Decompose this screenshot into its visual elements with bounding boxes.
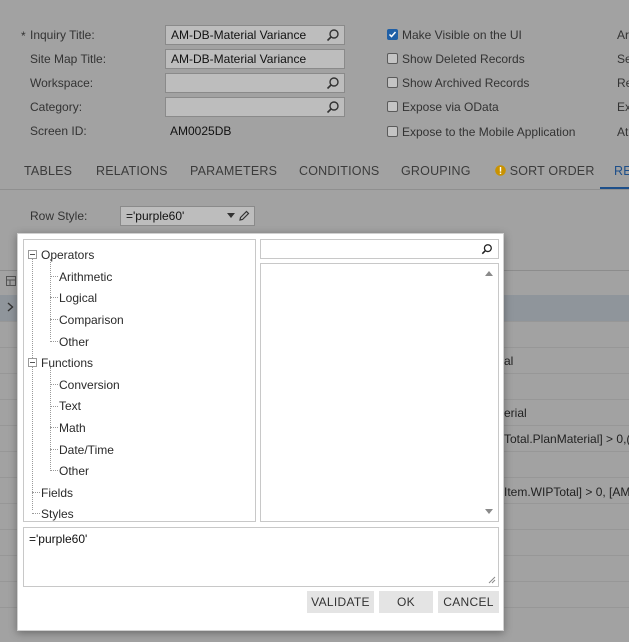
search-input[interactable]	[264, 241, 478, 258]
tree-node-styles[interactable]: Styles	[41, 507, 74, 521]
inquiry-title-field[interactable]: AM-DB-Material Variance	[165, 25, 345, 45]
search-icon[interactable]	[326, 28, 340, 42]
expression-editor[interactable]: ='purple60'	[23, 527, 499, 587]
tree-node-operators-other[interactable]: Other	[59, 335, 89, 349]
dropdown-arrow-icon[interactable]	[227, 213, 235, 219]
site-map-title-field[interactable]: AM-DB-Material Variance	[165, 49, 345, 69]
row-style-label: Row Style:	[30, 209, 88, 223]
expose-mobile-label: Expose to the Mobile Application	[402, 125, 576, 139]
scroll-down-icon[interactable]	[485, 509, 493, 515]
screen-id-value: AM0025DB	[170, 124, 232, 138]
tree-connector	[50, 449, 58, 450]
show-archived-label: Show Archived Records	[402, 76, 530, 90]
tree-connector	[32, 492, 40, 493]
screen-id-label: Screen ID:	[30, 124, 87, 138]
tree-node-conversion[interactable]: Conversion	[59, 378, 120, 392]
tree-connector	[32, 254, 33, 510]
validate-button[interactable]: VALIDATE	[307, 591, 374, 613]
tab-conditions[interactable]: CONDITIONS	[299, 164, 379, 178]
right-label-2: Se	[617, 52, 629, 66]
search-icon[interactable]	[326, 100, 340, 114]
collapse-functions-icon[interactable]	[28, 358, 37, 367]
tree-node-operators[interactable]: Operators	[41, 248, 94, 262]
function-tree-panel: Operators Arithmetic Logical Comparison …	[23, 239, 256, 522]
tree-connector	[50, 259, 51, 339]
site-map-title-value: AM-DB-Material Variance	[171, 52, 307, 66]
active-tab-indicator	[600, 187, 629, 189]
items-list-panel[interactable]	[260, 263, 499, 522]
tree-connector	[50, 341, 58, 342]
workspace-label: Workspace:	[30, 76, 94, 90]
category-label: Category:	[30, 100, 83, 114]
row-style-field[interactable]: ='purple60'	[120, 206, 255, 226]
cancel-button[interactable]: CANCEL	[438, 591, 499, 613]
make-visible-checkbox[interactable]	[387, 29, 398, 40]
grid-cell: erial	[504, 406, 527, 420]
tree-connector	[50, 319, 58, 320]
tree-connector	[50, 427, 58, 428]
tab-parameters[interactable]: PARAMETERS	[190, 164, 277, 178]
make-visible-label: Make Visible on the UI	[402, 28, 522, 42]
tree-node-logical[interactable]: Logical	[59, 291, 97, 305]
tab-sort-order-label: SORT ORDER	[509, 164, 595, 178]
tree-connector	[50, 384, 58, 385]
warning-icon	[495, 165, 506, 176]
tree-connector	[32, 513, 40, 514]
expose-mobile-checkbox[interactable]	[387, 126, 398, 137]
show-deleted-checkbox[interactable]	[387, 53, 398, 64]
row-style-value: ='purple60'	[126, 209, 185, 223]
tree-connector	[50, 276, 58, 277]
show-archived-checkbox[interactable]	[387, 77, 398, 88]
scroll-up-icon[interactable]	[485, 270, 493, 276]
tab-bar: TABLES RELATIONS PARAMETERS CONDITIONS G…	[0, 156, 629, 190]
right-label-3: Re	[617, 76, 629, 90]
chevron-right-icon[interactable]	[7, 302, 14, 312]
ok-button[interactable]: OK	[379, 591, 433, 613]
search-icon[interactable]	[326, 76, 340, 90]
check-icon	[388, 31, 397, 38]
tree-node-text[interactable]: Text	[59, 399, 81, 413]
expose-odata-checkbox[interactable]	[387, 101, 398, 112]
formula-editor-dialog: Operators Arithmetic Logical Comparison …	[17, 233, 504, 631]
right-label-4: Ex	[617, 100, 629, 114]
tab-relations[interactable]: RELATIONS	[96, 164, 168, 178]
tree-connector	[50, 297, 58, 298]
tab-tables[interactable]: TABLES	[24, 164, 72, 178]
tree-node-arithmetic[interactable]: Arithmetic	[59, 270, 112, 284]
grid-cell: Item.WIPTotal] > 0, [AMP	[504, 485, 629, 499]
tree-connector	[50, 367, 51, 469]
expression-text[interactable]: ='purple60'	[29, 532, 87, 546]
grid-settings-icon[interactable]	[6, 276, 16, 286]
tree-node-comparison[interactable]: Comparison	[59, 313, 124, 327]
tree-connector	[50, 406, 58, 407]
tab-results[interactable]: RE	[614, 164, 629, 178]
search-icon[interactable]	[481, 243, 493, 255]
tree-node-fields[interactable]: Fields	[41, 486, 73, 500]
pencil-icon[interactable]	[238, 210, 250, 222]
workspace-field[interactable]	[165, 73, 345, 93]
grid-cell: al	[504, 354, 514, 368]
tree-connector	[50, 470, 58, 471]
tab-sort-order[interactable]: SORT ORDER	[495, 164, 595, 178]
show-deleted-label: Show Deleted Records	[402, 52, 525, 66]
resize-handle-icon[interactable]	[488, 576, 496, 584]
tree-node-functions[interactable]: Functions	[41, 356, 93, 370]
tree-node-functions-other[interactable]: Other	[59, 464, 89, 478]
required-mark: *	[21, 29, 26, 43]
collapse-operators-icon[interactable]	[28, 250, 37, 259]
tree-node-datetime[interactable]: Date/Time	[59, 443, 114, 457]
inquiry-title-label: Inquiry Title:	[30, 28, 95, 42]
grid-cell: Total.PlanMaterial] > 0,((	[504, 432, 629, 446]
tab-grouping[interactable]: GROUPING	[401, 164, 471, 178]
site-map-title-label: Site Map Title:	[30, 52, 107, 66]
inquiry-title-value: AM-DB-Material Variance	[171, 28, 307, 42]
expose-odata-label: Expose via OData	[402, 100, 499, 114]
search-box[interactable]	[260, 239, 499, 259]
right-label-1: Ar	[617, 28, 629, 42]
tree-node-math[interactable]: Math	[59, 421, 86, 435]
screen-id-field: AM0025DB	[165, 122, 345, 142]
right-label-5: At	[617, 125, 629, 139]
category-field[interactable]	[165, 97, 345, 117]
